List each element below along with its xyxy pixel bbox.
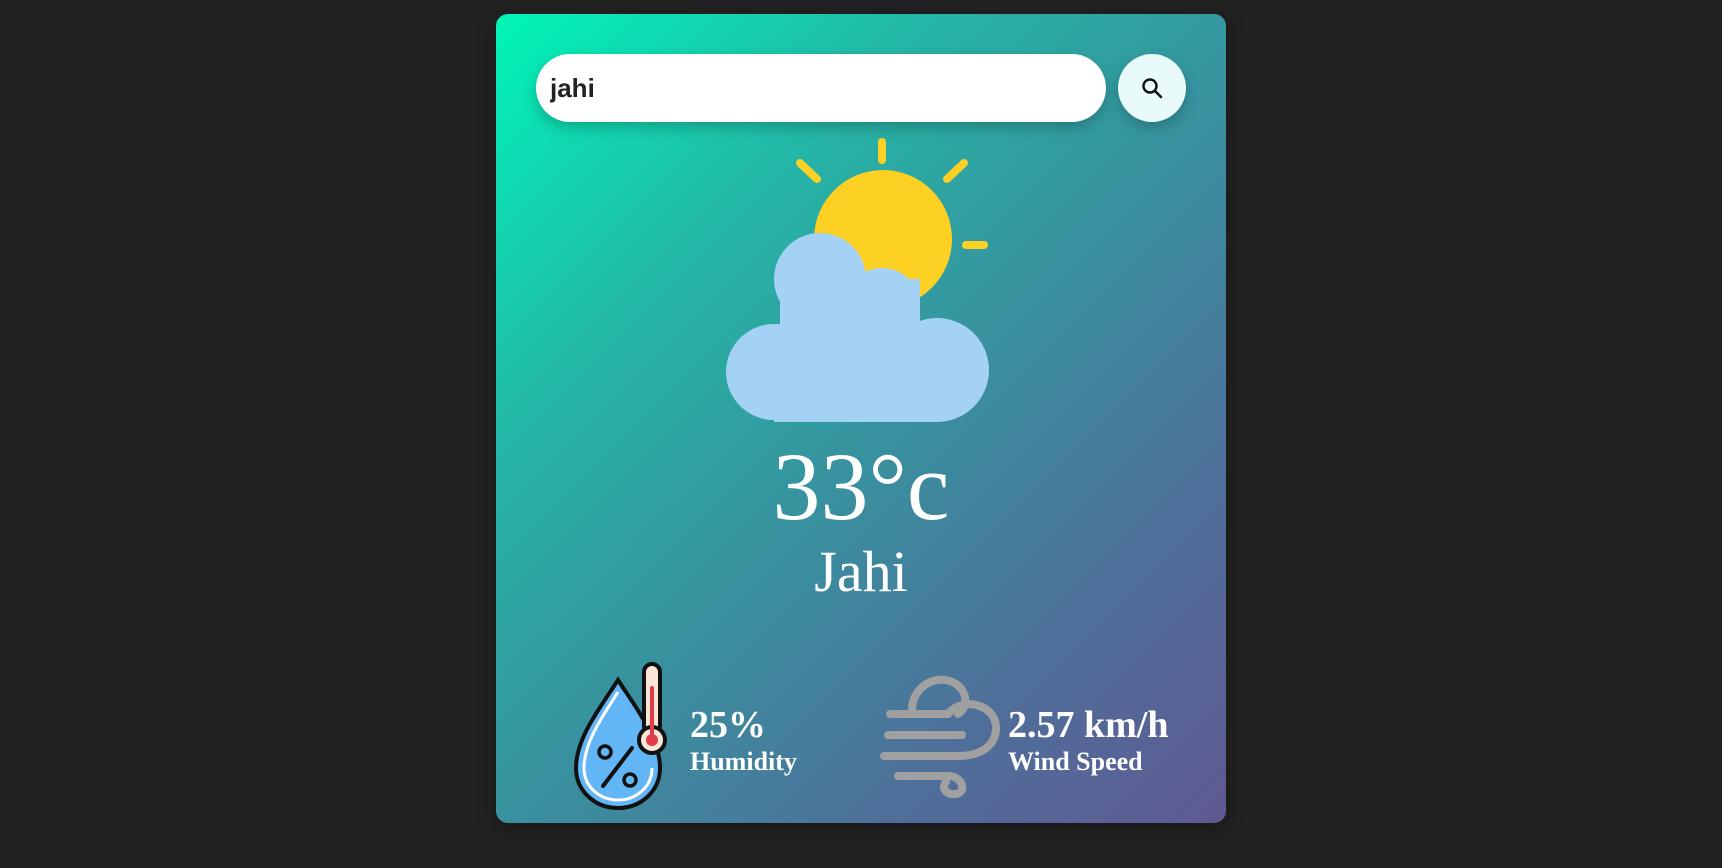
- city-name: Jahi: [814, 539, 908, 604]
- wind-icon: [880, 675, 1001, 798]
- humidity-icon: [573, 662, 667, 811]
- weather-card: 33°c Jahi 25% Humidity 2.57 km/h Wind Sp…: [496, 14, 1226, 823]
- wind-speed-label: Wind Speed: [1008, 747, 1143, 776]
- search-box: [536, 54, 1106, 122]
- search-icon: [1142, 78, 1163, 99]
- search-input[interactable]: [550, 54, 1090, 122]
- partly-cloudy-icon: [726, 138, 989, 422]
- wind-speed-value: 2.57 km/h: [1008, 704, 1169, 746]
- humidity-value: 25%: [690, 704, 766, 746]
- temperature: 33°c: [772, 433, 950, 540]
- humidity-label: Humidity: [690, 747, 797, 776]
- search-button[interactable]: [1118, 54, 1186, 122]
